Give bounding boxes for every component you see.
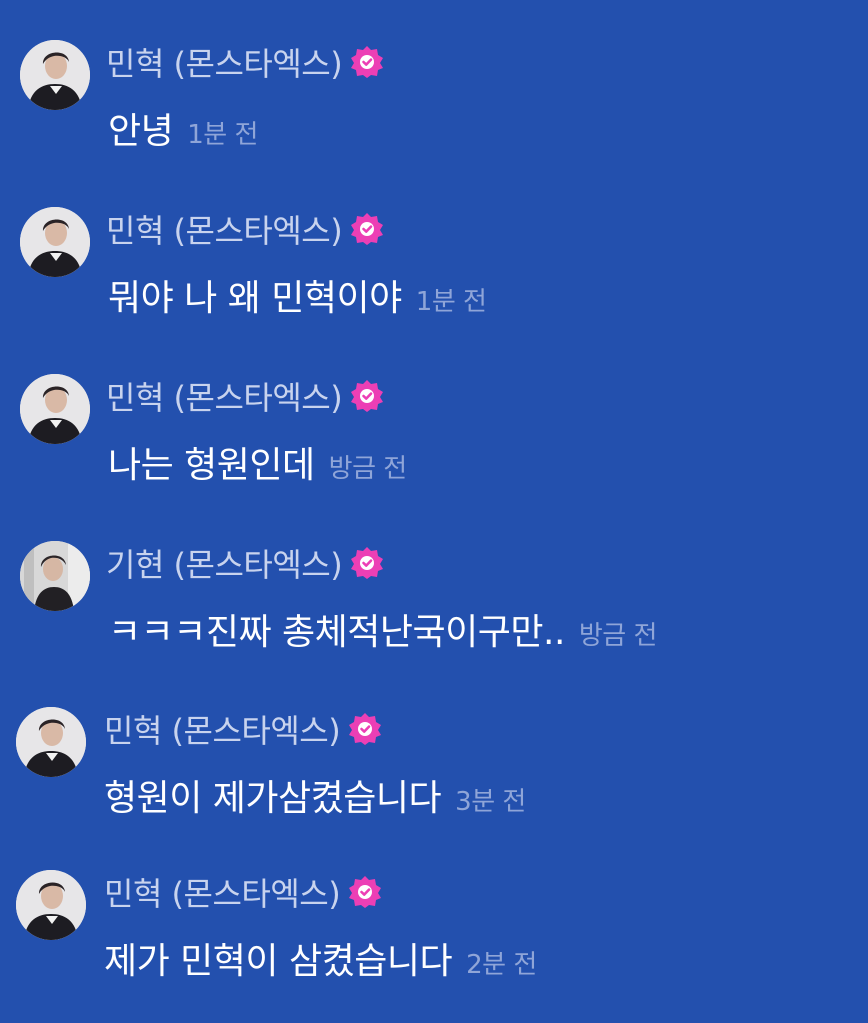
- message-timestamp: 방금 전: [578, 621, 658, 651]
- profile-photo-icon: [20, 40, 90, 110]
- author-name[interactable]: 기현 (몬스타엑스): [106, 540, 343, 586]
- profile-photo-icon: [20, 207, 90, 277]
- minhyuk-avatar[interactable]: [20, 207, 90, 277]
- author-name[interactable]: 민혁 (몬스타엑스): [104, 869, 341, 915]
- chat-message-list: 민혁 (몬스타엑스) 안녕 1분 전 민혁 (몬스타엑스) 뭐야 나 왜 민혁이…: [0, 0, 868, 1023]
- kihyun-avatar[interactable]: [20, 541, 90, 611]
- chat-message: 민혁 (몬스타엑스) 뭐야 나 왜 민혁이야 1분 전: [0, 203, 868, 343]
- message-text: 나는 형원인데: [108, 445, 315, 486]
- message-timestamp: 1분 전: [415, 287, 487, 317]
- verified-badge-icon: [350, 45, 384, 79]
- profile-photo-icon: [16, 707, 86, 777]
- chat-message: 기현 (몬스타엑스) ㅋㅋㅋ진짜 총체적난국이구만.. 방금 전: [0, 537, 868, 677]
- minhyuk-avatar[interactable]: [16, 707, 86, 777]
- minhyuk-avatar[interactable]: [20, 374, 90, 444]
- verified-badge-icon: [348, 712, 382, 746]
- author-name[interactable]: 민혁 (몬스타엑스): [106, 39, 343, 85]
- message-text: 형원이 제가삼켰습니다: [104, 778, 442, 819]
- message-text: ㅋㅋㅋ진짜 총체적난국이구만..: [108, 612, 565, 653]
- message-timestamp: 3분 전: [455, 787, 526, 817]
- verified-badge-icon: [350, 546, 384, 580]
- chat-message: 민혁 (몬스타엑스) 형원이 제가삼켰습니다 3분 전: [0, 703, 868, 843]
- author-name[interactable]: 민혁 (몬스타엑스): [106, 206, 343, 252]
- message-text: 뭐야 나 왜 민혁이야: [108, 278, 402, 319]
- message-timestamp: 1분 전: [187, 120, 258, 150]
- verified-badge-icon: [348, 875, 382, 909]
- verified-badge-icon: [350, 212, 384, 246]
- message-text: 안녕: [108, 111, 174, 152]
- chat-message: 민혁 (몬스타엑스) 나는 형원인데 방금 전: [0, 370, 868, 510]
- verified-badge-icon: [350, 379, 384, 413]
- profile-photo-icon: [16, 870, 86, 940]
- message-timestamp: 2분 전: [466, 950, 537, 980]
- author-name[interactable]: 민혁 (몬스타엑스): [104, 706, 341, 752]
- minhyuk-avatar[interactable]: [16, 870, 86, 940]
- author-name[interactable]: 민혁 (몬스타엑스): [106, 373, 343, 419]
- profile-photo-icon: [20, 541, 90, 611]
- message-text: 제가 민혁이 삼켰습니다: [104, 941, 453, 982]
- message-timestamp: 방금 전: [328, 454, 408, 484]
- chat-message: 민혁 (몬스타엑스) 안녕 1분 전: [0, 36, 868, 176]
- profile-photo-icon: [20, 374, 90, 444]
- minhyuk-avatar[interactable]: [20, 40, 90, 110]
- chat-message: 민혁 (몬스타엑스) 제가 민혁이 삼켰습니다 2분 전: [0, 866, 868, 1006]
